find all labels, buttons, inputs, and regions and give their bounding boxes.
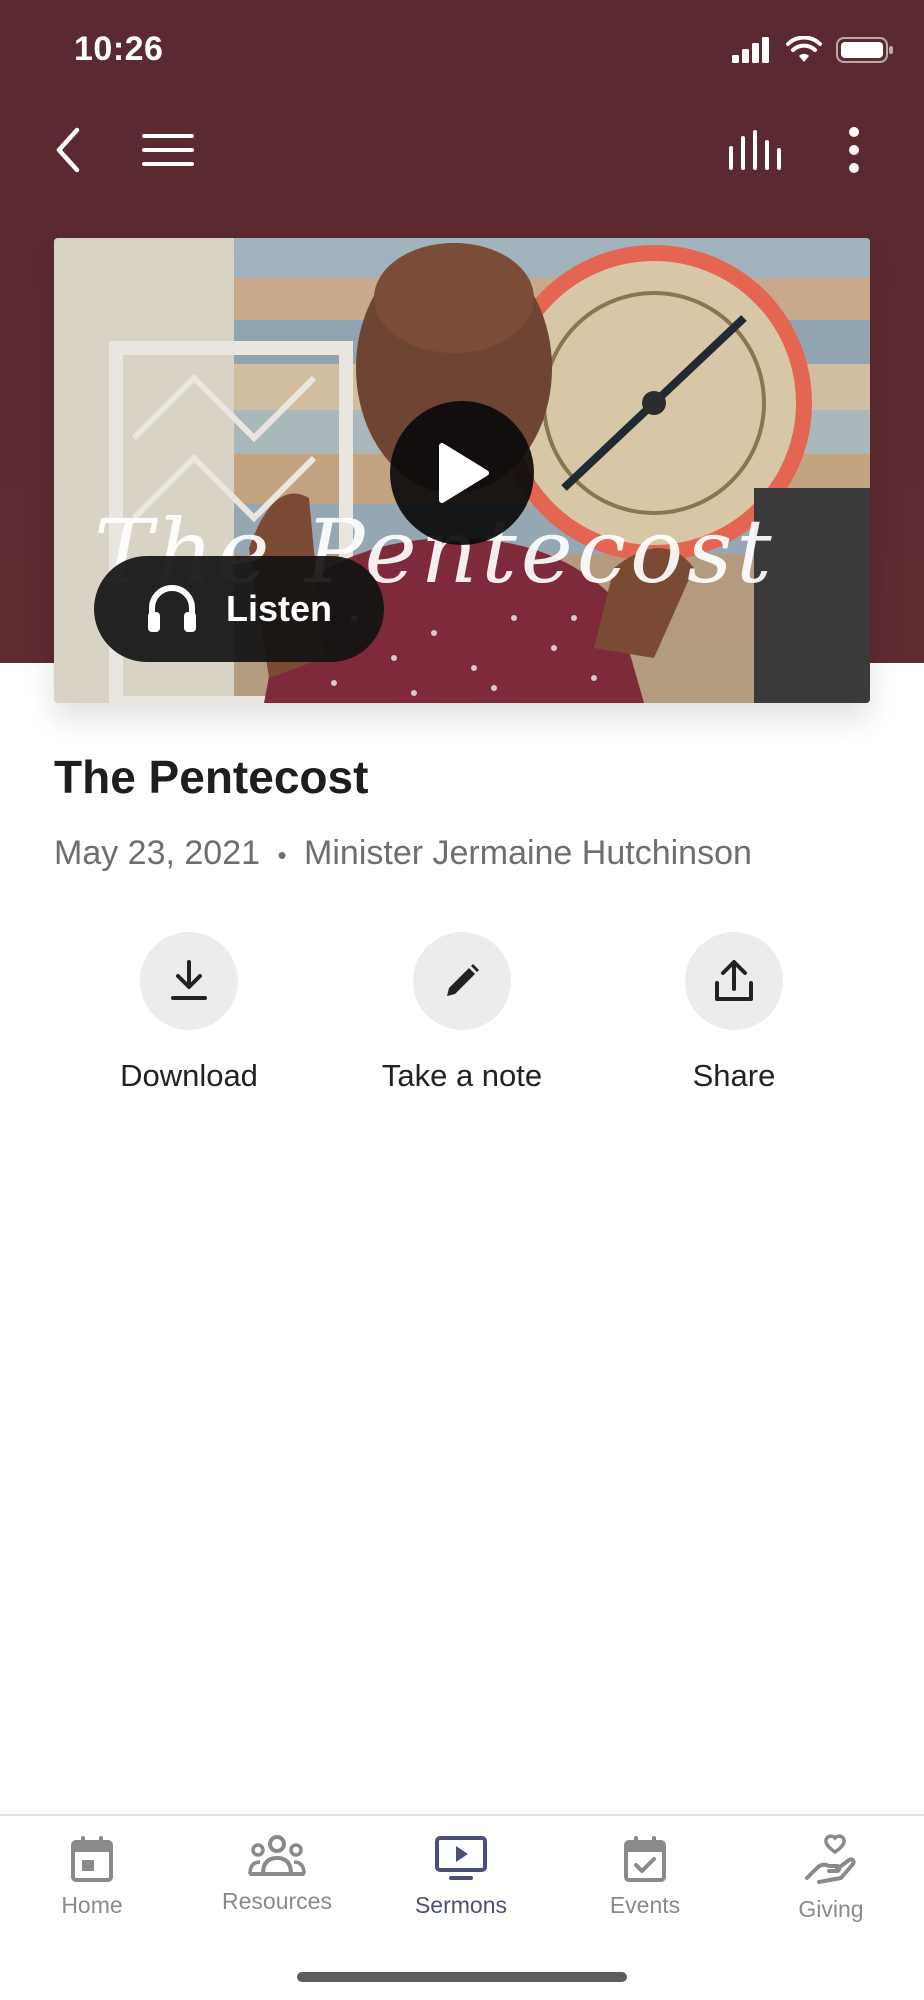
- sermon-meta: May 23, 2021 • Minister Jermaine Hutchin…: [54, 834, 752, 873]
- battery-icon: [836, 37, 893, 63]
- download-button[interactable]: Download: [69, 932, 309, 1094]
- tab-home-label: Home: [61, 1892, 123, 1918]
- audio-bars-icon: [729, 130, 781, 170]
- play-button[interactable]: [390, 401, 534, 545]
- download-circle: [140, 932, 238, 1030]
- tab-giving[interactable]: Giving: [746, 1834, 916, 1923]
- tab-home[interactable]: Home: [7, 1834, 177, 1919]
- hand-heart-icon: [805, 1834, 856, 1884]
- calendar-check-icon: [624, 1836, 666, 1882]
- sermon-video-player[interactable]: The Pentecost Listen: [54, 238, 870, 703]
- chevron-left-icon: [56, 127, 80, 173]
- listen-label: Listen: [226, 588, 333, 629]
- video-icon: [435, 1836, 487, 1880]
- tab-events[interactable]: Events: [560, 1834, 730, 1919]
- sermon-date: May 23, 2021: [54, 834, 261, 872]
- tab-sermons-label: Sermons: [414, 1892, 508, 1918]
- share-circle: [685, 932, 783, 1030]
- listen-button[interactable]: Listen: [94, 556, 384, 662]
- tab-giving-label: Giving: [798, 1896, 864, 1922]
- tab-events-label: Events: [609, 1892, 681, 1918]
- sermon-title: The Pentecost: [54, 751, 369, 803]
- top-navigation: [0, 110, 924, 190]
- take-note-label: Take a note: [381, 1058, 543, 1093]
- cellular-signal-icon: [732, 37, 769, 63]
- status-icons: [732, 36, 894, 64]
- share-label: Share: [692, 1058, 776, 1093]
- play-icon: [439, 443, 489, 503]
- tab-resources-label: Resources: [222, 1888, 332, 1914]
- more-options-button[interactable]: [814, 110, 894, 190]
- home-indicator[interactable]: [297, 1972, 627, 1982]
- tab-resources[interactable]: Resources: [192, 1834, 362, 1915]
- more-vertical-icon: [849, 127, 859, 173]
- headphones-icon: [148, 585, 196, 632]
- tab-sermons[interactable]: Sermons: [376, 1834, 546, 1919]
- meta-separator: •: [277, 840, 287, 870]
- status-bar: 10:26: [0, 0, 924, 100]
- home-calendar-icon: [71, 1836, 113, 1882]
- wifi-icon: [786, 36, 822, 62]
- status-time: 10:26: [74, 30, 164, 68]
- download-label: Download: [120, 1058, 258, 1093]
- sermon-speaker: Minister Jermaine Hutchinson: [304, 834, 752, 872]
- pencil-icon: [447, 964, 479, 996]
- share-icon: [715, 960, 753, 1001]
- people-icon: [248, 1835, 306, 1876]
- share-button[interactable]: Share: [614, 932, 854, 1094]
- hamburger-menu-icon: [142, 134, 194, 166]
- take-note-button[interactable]: Take a note: [342, 932, 582, 1094]
- download-icon: [171, 960, 207, 1000]
- back-button[interactable]: [28, 110, 108, 190]
- menu-button[interactable]: [128, 110, 208, 190]
- audio-levels-button[interactable]: [715, 110, 795, 190]
- take-note-circle: [413, 932, 511, 1030]
